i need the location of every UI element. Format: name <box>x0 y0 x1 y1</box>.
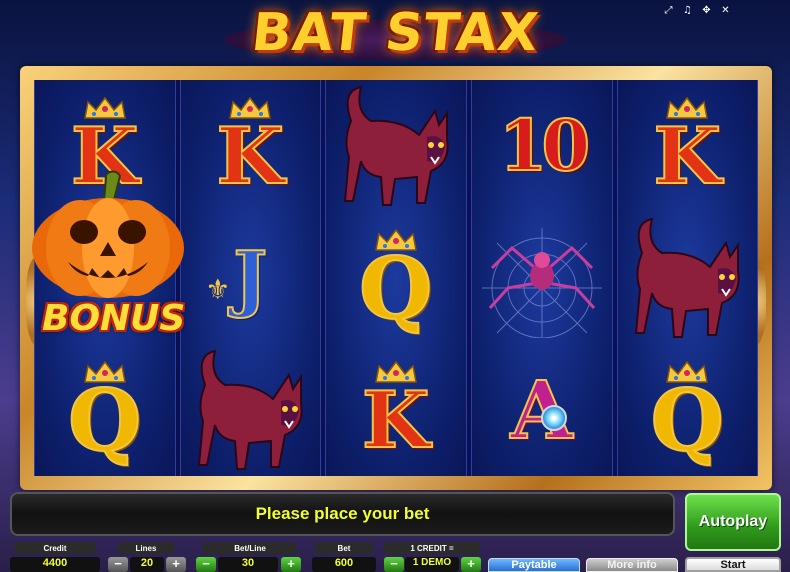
fullscreen-icon[interactable]: ⤢ <box>662 4 675 17</box>
more-info-button[interactable]: More info <box>586 558 678 572</box>
reel-4: 10 A <box>470 80 613 476</box>
pumpkin-icon <box>28 170 188 300</box>
credit-rate-value: 1 DEMO <box>405 557 459 572</box>
lines-increase-button[interactable]: + <box>166 557 186 572</box>
paytable-button[interactable]: Paytable <box>488 558 580 572</box>
lines-label: Lines <box>118 542 174 554</box>
bonus-symbol: BONUS <box>28 170 188 350</box>
symbol-queen: Q <box>358 228 433 332</box>
bet-line-increase-button[interactable]: + <box>281 557 301 572</box>
lines-value: 20 <box>130 557 164 572</box>
settings-icon[interactable]: ✥ <box>700 4 713 17</box>
bonus-label: BONUS <box>42 298 186 339</box>
reel-cell <box>618 212 758 344</box>
sound-icon[interactable]: ♫ <box>681 4 694 17</box>
symbol-king: K <box>652 96 722 197</box>
reel-cell: Q <box>326 212 466 344</box>
symbol-queen: Q <box>650 360 725 464</box>
symbol-ten: 10 <box>498 104 591 187</box>
reel-5: KQ <box>616 80 758 476</box>
bet-label: Bet <box>315 542 373 554</box>
spider-symbol <box>472 218 612 338</box>
symbol-queen: Q <box>67 360 142 464</box>
reel-cell: 10 <box>472 80 612 212</box>
reel-cell: Q <box>618 344 758 476</box>
reel-cell: K <box>326 344 466 476</box>
symbol-king: K <box>361 360 431 461</box>
credit-value: 4400 <box>10 557 100 572</box>
window-controls: ⤢ ♫ ✥ ✕ <box>662 4 732 17</box>
reel-cell <box>326 80 466 212</box>
credit-rate-decrease-button[interactable]: − <box>384 557 404 572</box>
reel-cell <box>181 344 321 476</box>
close-icon[interactable]: ✕ <box>719 4 732 17</box>
fleur-de-lis-icon: ⚜ <box>205 273 231 306</box>
reel-cell: A <box>472 344 612 476</box>
bet-value: 600 <box>312 557 376 572</box>
message-bar: Please place your bet <box>10 492 675 536</box>
start-button[interactable]: Start <box>685 557 781 572</box>
reel-2: K ⚜ J <box>179 80 321 476</box>
reel-3: QK <box>325 80 467 476</box>
credit-rate-increase-button[interactable]: + <box>461 557 481 572</box>
black-cat-symbol <box>331 81 461 211</box>
reel-cell: Q <box>35 344 175 476</box>
game-title: BAT STAX <box>248 3 542 63</box>
reel-cell: K <box>181 80 321 212</box>
credit-label: Credit <box>14 542 96 554</box>
reel-cell: ⚜ J <box>181 212 321 344</box>
lines-decrease-button[interactable]: − <box>108 557 128 572</box>
diamond-icon <box>540 405 567 431</box>
symbol-king: K <box>215 96 285 197</box>
bet-line-label: Bet/Line <box>203 542 297 554</box>
black-cat-symbol <box>185 345 315 475</box>
bet-line-decrease-button[interactable]: − <box>196 557 216 572</box>
reel-cell: K <box>618 80 758 212</box>
reel-cell <box>472 212 612 344</box>
symbol-ace: A <box>509 363 573 457</box>
status-message: Please place your bet <box>255 504 430 523</box>
black-cat-symbol <box>622 213 752 343</box>
symbol-jack: ⚜ J <box>205 235 268 320</box>
bet-line-value: 30 <box>218 557 278 572</box>
credit-rate-label: 1 CREDIT = <box>384 542 480 554</box>
